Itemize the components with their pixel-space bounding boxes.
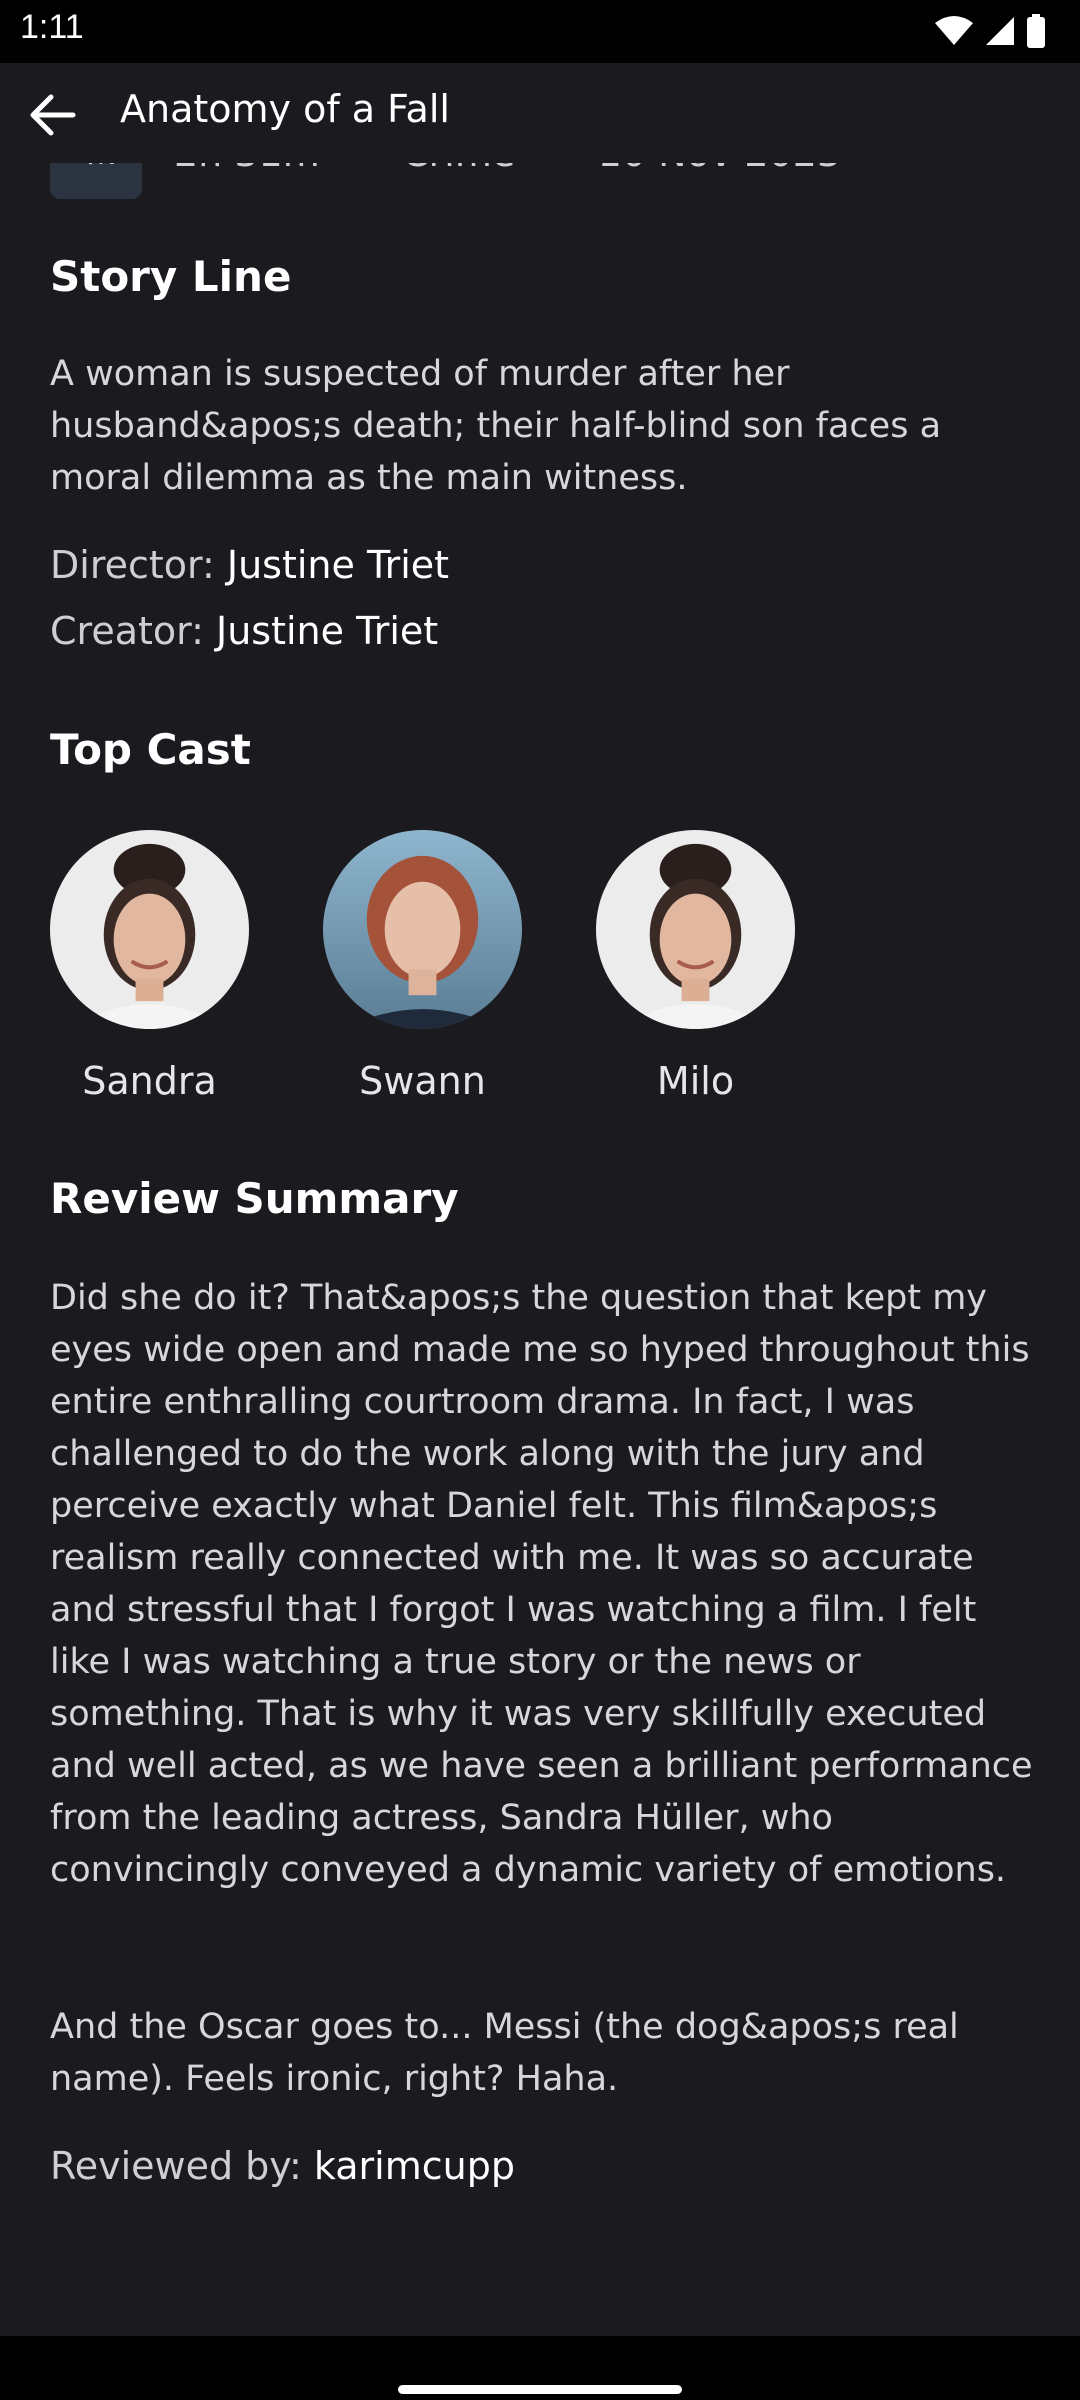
cast-member[interactable]: Milo [596, 830, 795, 1103]
cast-avatar [323, 830, 522, 1029]
home-indicator[interactable] [398, 2385, 682, 2394]
review-text-secondary: And the Oscar goes to... Messi (the dog&… [50, 2007, 959, 2099]
movie-details-screen: 1:11 4k 2h 31m • Crime • 10 Nov 2023 [0, 0, 1080, 2400]
status-icons [934, 14, 1046, 48]
app-bar: Anatomy of a Fall [0, 63, 1080, 163]
story-line-text: A woman is suspected of murder after her… [50, 354, 942, 498]
creator-row: Creator: Justine Triet [50, 609, 438, 653]
reviewer-row: Reviewed by: karimcupp [50, 2144, 515, 2188]
cast-member[interactable]: Swann [323, 830, 522, 1103]
signal-icon [986, 17, 1014, 45]
arrow-back-icon [30, 94, 76, 136]
cast-name: Swann [359, 1059, 486, 1103]
review-summary-heading: Review Summary [50, 1174, 459, 1223]
wifi-icon [935, 16, 973, 45]
cast-avatar [50, 830, 249, 1029]
reviewed-by-label: Reviewed by: [50, 2144, 302, 2188]
cast-name: Milo [656, 1059, 735, 1103]
director-label: Director: [50, 543, 215, 587]
top-cast-heading: Top Cast [50, 725, 251, 774]
director-row: Director: Justine Triet [50, 543, 449, 587]
battery-icon [1027, 14, 1045, 48]
back-button[interactable] [22, 85, 82, 145]
review-text: Did she do it? That&apos;s the question … [50, 1278, 1033, 1890]
director-name: Justine Triet [226, 543, 450, 587]
creator-name: Justine Triet [216, 609, 439, 653]
page-title: Anatomy of a Fall [120, 87, 450, 131]
story-line-heading: Story Line [50, 252, 292, 301]
cast-name: Sandra [82, 1059, 217, 1103]
creator-label: Creator: [50, 609, 204, 653]
cast-member[interactable]: Sandra [50, 830, 249, 1103]
status-bar: 1:11 [0, 0, 1080, 63]
cast-list: Sandra Swann Milo [50, 830, 795, 1103]
cast-avatar [596, 830, 795, 1029]
status-time: 1:11 [20, 8, 84, 46]
reviewer-name[interactable]: karimcupp [314, 2144, 515, 2188]
